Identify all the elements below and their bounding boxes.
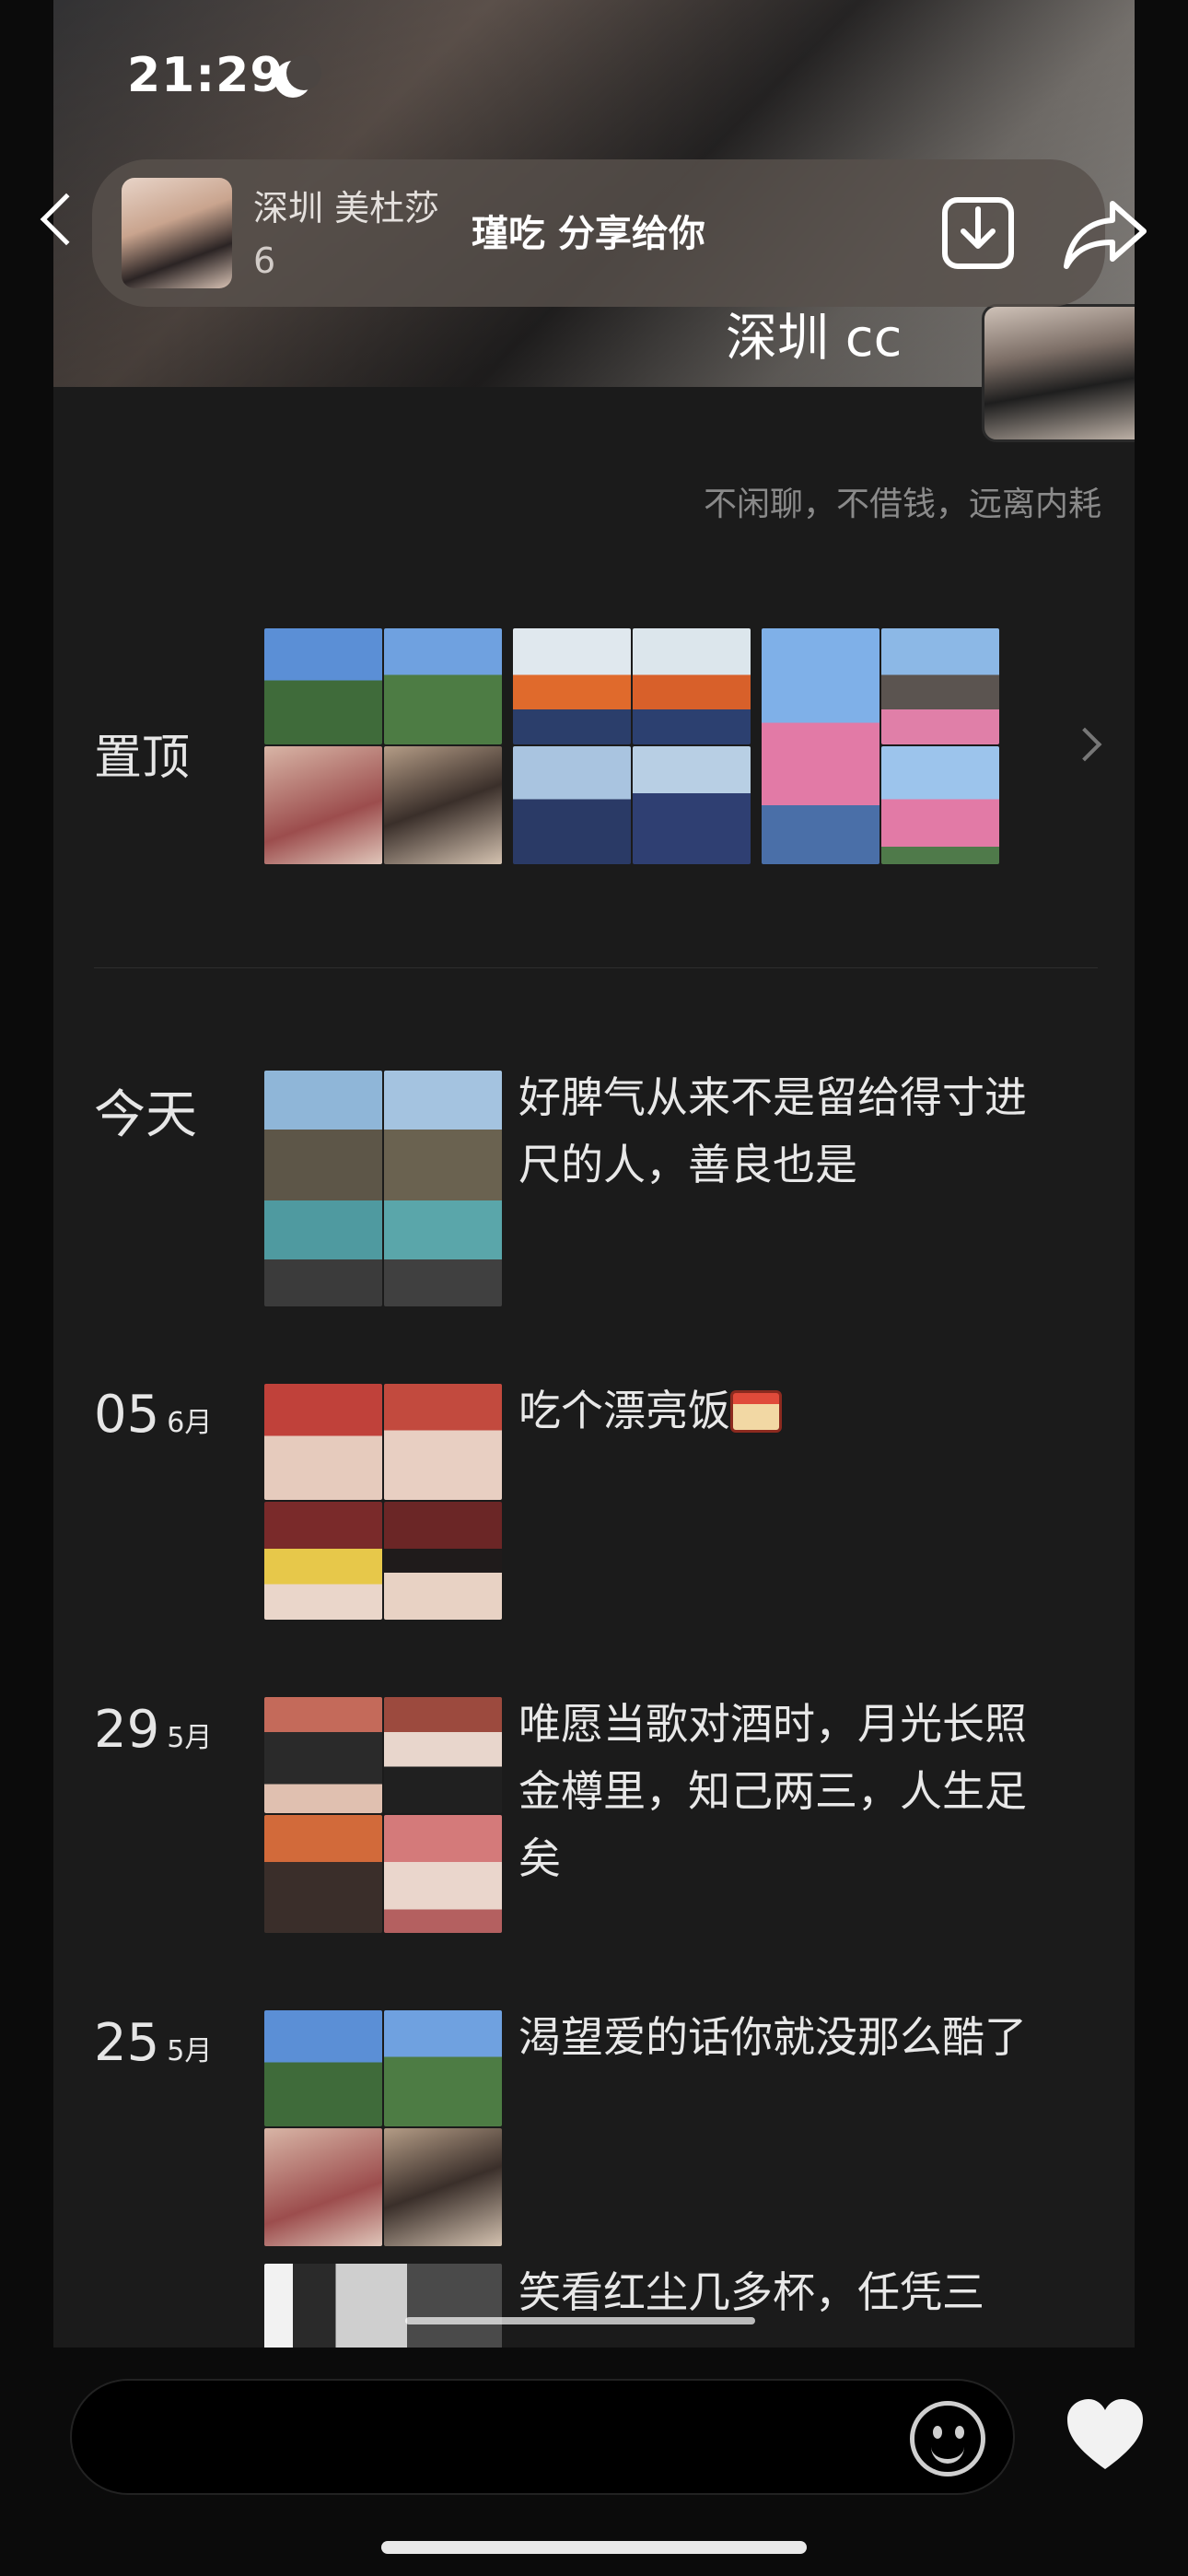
pinned-thumb[interactable] <box>264 746 382 864</box>
sharer-avatar[interactable] <box>122 178 232 288</box>
scroll-indicator <box>405 2317 755 2324</box>
post-photo[interactable] <box>384 2128 502 2246</box>
post-photo[interactable] <box>264 2264 502 2348</box>
sharer-count: 6 <box>253 240 276 281</box>
post-photo[interactable] <box>264 1384 382 1500</box>
moments-sheet: 深圳 cc 不闲聊，不借钱，远离内耗 置顶 今天 好脾气从来不是留给得寸进尺的人… <box>53 0 1135 2348</box>
post-date: 05 6月 <box>94 1385 212 1445</box>
pinned-thumb[interactable] <box>762 628 879 864</box>
post-text: 渴望爱的话你就没那么酷了 <box>518 2012 1027 2062</box>
post-date: 今天 <box>94 1073 197 1148</box>
profile-avatar[interactable] <box>982 304 1135 442</box>
share-message: 瑾吃 分享给你 <box>472 213 705 255</box>
post-photo[interactable] <box>264 1502 382 1620</box>
download-icon[interactable] <box>932 187 1024 279</box>
post-photo[interactable] <box>264 1071 382 1306</box>
post-text: 吃个漂亮饭 <box>518 1377 1043 1445</box>
post-photo[interactable] <box>384 1384 502 1500</box>
share-banner[interactable]: 深圳 美杜莎 6 瑾吃 分享给你 <box>92 159 1147 307</box>
post-day: 05 <box>94 1385 160 1445</box>
divider <box>94 967 1098 968</box>
pinned-label: 置顶 <box>94 731 191 786</box>
moon-icon <box>274 55 321 98</box>
post-photo[interactable] <box>384 1697 502 1813</box>
post-photo[interactable] <box>384 1502 502 1620</box>
post-photo[interactable] <box>384 1071 502 1306</box>
post-text: 好脾气从来不是留给得寸进尺的人，善良也是 <box>518 1072 1027 1189</box>
share-icon[interactable] <box>1059 193 1151 275</box>
post-month: 5月 <box>167 2035 213 2067</box>
post-date: 29 5月 <box>94 1700 212 1760</box>
heart-icon[interactable] <box>1064 2395 1147 2478</box>
post-photo[interactable] <box>264 2128 382 2246</box>
status-time: 21:29 <box>127 48 285 103</box>
post-day: 25 <box>94 2013 160 2073</box>
bento-emoji-icon <box>730 1390 782 1433</box>
pinned-thumb[interactable] <box>633 628 751 744</box>
emoji-icon[interactable] <box>910 2401 985 2476</box>
post-photo[interactable] <box>384 1815 502 1933</box>
chevron-right-icon[interactable] <box>1067 727 1102 762</box>
post-photo[interactable] <box>384 2010 502 2126</box>
post-day: 今天 <box>94 1085 197 1145</box>
post-date: 25 5月 <box>94 2013 212 2073</box>
pinned-thumb[interactable] <box>881 628 999 744</box>
post-text: 唯愿当歌对酒时，月光长照金樽里，知己两三，人生足矣 <box>518 1699 1027 1883</box>
pinned-thumb[interactable] <box>513 628 631 744</box>
pinned-thumb[interactable] <box>513 746 631 864</box>
post-photo[interactable] <box>264 1697 382 1813</box>
pinned-thumb[interactable] <box>633 746 751 864</box>
pinned-thumb[interactable] <box>264 628 382 744</box>
profile-name: 深圳 cc <box>726 309 903 369</box>
home-indicator[interactable] <box>381 2541 807 2554</box>
moments-screen: 深圳 cc 不闲聊，不借钱，远离内耗 置顶 今天 好脾气从来不是留给得寸进尺的人… <box>0 0 1188 2576</box>
post-text-content: 吃个漂亮饭 <box>518 1386 730 1435</box>
post-day: 29 <box>94 1700 160 1760</box>
post-photo[interactable] <box>264 2010 382 2126</box>
post-month: 5月 <box>167 1722 213 1754</box>
post-month: 6月 <box>167 1407 213 1439</box>
pinned-thumb[interactable] <box>384 628 502 744</box>
post-photo[interactable] <box>264 1815 382 1933</box>
pinned-thumb[interactable] <box>881 746 999 864</box>
pinned-thumb[interactable] <box>384 746 502 864</box>
comment-input[interactable] <box>70 2379 1015 2495</box>
sharer-name: 深圳 美杜莎 <box>253 188 440 228</box>
profile-signature: 不闲聊，不借钱，远离内耗 <box>703 486 1101 523</box>
